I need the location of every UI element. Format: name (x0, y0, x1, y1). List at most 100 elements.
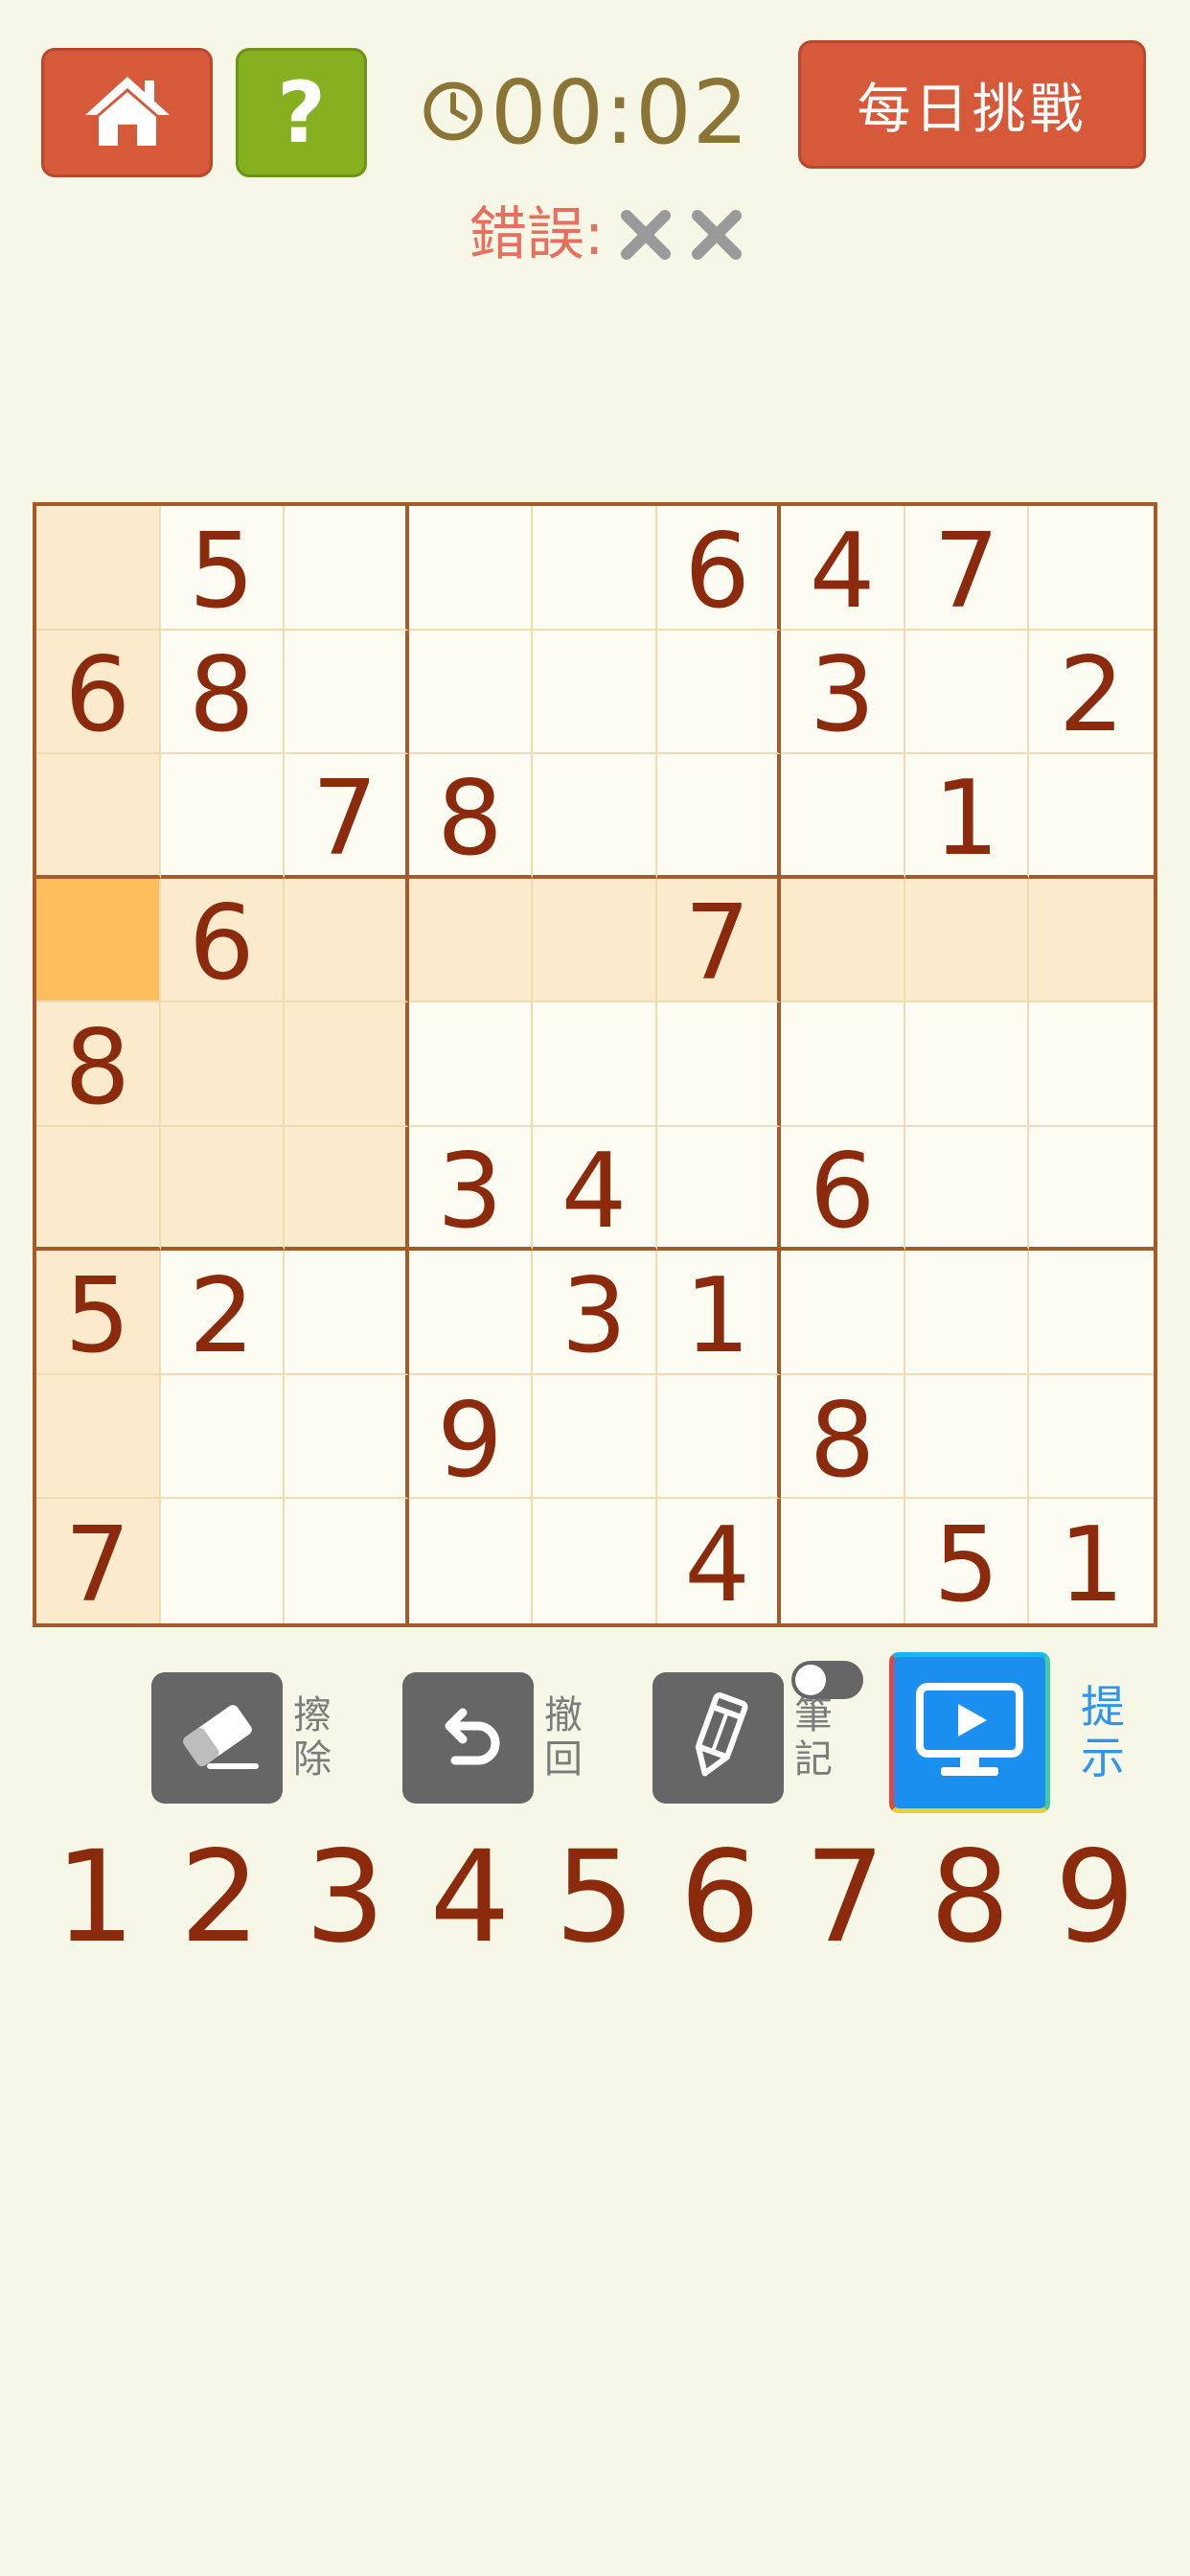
sudoku-cell[interactable]: 7 (656, 878, 782, 1003)
sudoku-cell[interactable] (781, 1002, 905, 1127)
sudoku-cell[interactable] (36, 878, 161, 1003)
sudoku-cell[interactable] (656, 1002, 782, 1127)
sudoku-cell[interactable]: 6 (656, 506, 782, 631)
sudoku-cell[interactable]: 2 (1029, 631, 1154, 755)
sudoku-cell[interactable]: 7 (36, 1499, 161, 1623)
home-button[interactable] (41, 48, 213, 177)
sudoku-cell[interactable] (160, 1002, 286, 1127)
help-button[interactable]: ? (236, 48, 367, 177)
sudoku-cell[interactable] (533, 1002, 657, 1127)
sudoku-cell[interactable]: 1 (904, 754, 1030, 879)
sudoku-cell[interactable]: 1 (656, 1251, 782, 1375)
sudoku-cell[interactable]: 3 (781, 630, 905, 755)
sudoku-cell[interactable] (36, 1374, 161, 1500)
sudoku-cell[interactable] (285, 506, 409, 631)
sudoku-cell[interactable] (1029, 1375, 1154, 1500)
sudoku-cell[interactable] (781, 1251, 905, 1375)
erase-tool[interactable]: 擦除 (151, 1661, 332, 1814)
sudoku-cell[interactable] (408, 878, 534, 1003)
sudoku-cell[interactable] (1029, 754, 1154, 879)
sudoku-cell[interactable] (408, 1251, 534, 1375)
sudoku-cell[interactable] (656, 630, 782, 755)
sudoku-cell[interactable] (36, 754, 161, 879)
sudoku-cell[interactable] (1029, 506, 1154, 631)
sudoku-cell[interactable] (161, 1499, 286, 1623)
number-button-4[interactable]: 4 (407, 1821, 532, 1974)
sudoku-cell[interactable] (285, 1126, 409, 1252)
number-button-9[interactable]: 9 (1033, 1821, 1157, 1974)
sudoku-cell[interactable] (408, 630, 534, 755)
sudoku-cell[interactable] (904, 878, 1030, 1003)
hint-tool[interactable]: 提示 (889, 1650, 1127, 1815)
sudoku-cell[interactable]: 8 (781, 1374, 905, 1500)
sudoku-cell[interactable]: 4 (533, 1126, 657, 1252)
number-button-6[interactable]: 6 (657, 1821, 782, 1974)
sudoku-cell[interactable] (36, 1126, 161, 1252)
sudoku-cell[interactable] (904, 1126, 1030, 1252)
number-button-3[interactable]: 3 (283, 1821, 407, 1974)
sudoku-cell[interactable] (160, 754, 286, 879)
sudoku-cell[interactable] (285, 1002, 409, 1127)
sudoku-cell[interactable] (408, 506, 534, 631)
sudoku-cell[interactable] (533, 754, 657, 879)
sudoku-cell[interactable] (533, 506, 657, 631)
sudoku-cell[interactable] (285, 630, 409, 755)
sudoku-cell[interactable]: 7 (904, 506, 1030, 631)
notes-button[interactable] (652, 1671, 784, 1804)
erase-button[interactable] (151, 1671, 283, 1804)
sudoku-cell[interactable]: 5 (905, 1499, 1030, 1623)
sudoku-cell[interactable] (533, 1499, 657, 1623)
sudoku-cell[interactable]: 3 (408, 1126, 534, 1252)
sudoku-cell[interactable]: 5 (36, 1251, 161, 1375)
sudoku-cell[interactable]: 4 (657, 1499, 782, 1623)
sudoku-cell[interactable]: 8 (160, 630, 286, 755)
sudoku-cell[interactable] (1029, 1251, 1154, 1375)
sudoku-cell[interactable]: 8 (36, 1002, 161, 1127)
sudoku-cell[interactable]: 3 (533, 1251, 657, 1375)
sudoku-cell[interactable] (285, 878, 409, 1003)
sudoku-cell[interactable] (408, 1002, 534, 1127)
sudoku-cell[interactable] (36, 506, 161, 631)
sudoku-cell[interactable] (1029, 878, 1154, 1003)
sudoku-cell[interactable]: 8 (408, 754, 534, 879)
sudoku-cell[interactable] (160, 1374, 286, 1500)
sudoku-cell[interactable] (656, 754, 782, 879)
sudoku-cell[interactable]: 6 (781, 1126, 905, 1252)
sudoku-cell[interactable] (656, 1126, 782, 1252)
sudoku-cell[interactable] (656, 1374, 782, 1500)
sudoku-cell[interactable] (904, 1251, 1030, 1375)
sudoku-cell[interactable] (781, 878, 905, 1003)
sudoku-cell[interactable] (904, 630, 1030, 755)
sudoku-cell[interactable] (1029, 1002, 1154, 1127)
sudoku-cell[interactable]: 2 (160, 1251, 286, 1375)
sudoku-cell[interactable] (904, 1374, 1030, 1500)
hint-button[interactable] (889, 1652, 1050, 1813)
sudoku-cell[interactable] (409, 1499, 534, 1623)
sudoku-cell[interactable] (781, 754, 905, 879)
number-button-7[interactable]: 7 (783, 1821, 907, 1974)
sudoku-cell[interactable]: 5 (160, 506, 286, 631)
sudoku-cell[interactable] (904, 1002, 1030, 1127)
number-button-5[interactable]: 5 (533, 1821, 657, 1974)
sudoku-cell[interactable]: 1 (1029, 1499, 1154, 1623)
sudoku-cell[interactable] (533, 1374, 657, 1500)
sudoku-cell[interactable] (533, 630, 657, 755)
daily-challenge-button[interactable]: 每日挑戰 (798, 40, 1146, 169)
number-button-1[interactable]: 1 (33, 1821, 157, 1974)
sudoku-cell[interactable]: 9 (408, 1374, 534, 1500)
sudoku-cell[interactable] (285, 1251, 409, 1375)
number-button-8[interactable]: 8 (907, 1821, 1032, 1974)
sudoku-cell[interactable]: 7 (285, 754, 409, 879)
sudoku-cell[interactable]: 4 (781, 506, 905, 631)
sudoku-cell[interactable] (160, 1126, 286, 1252)
sudoku-cell[interactable]: 6 (36, 630, 161, 755)
number-button-2[interactable]: 2 (157, 1821, 282, 1974)
sudoku-cell[interactable]: 6 (160, 878, 286, 1003)
undo-button[interactable] (402, 1671, 534, 1804)
sudoku-cell[interactable] (285, 1374, 409, 1500)
undo-tool[interactable]: 撤回 (402, 1661, 584, 1814)
sudoku-cell[interactable] (781, 1499, 905, 1623)
sudoku-cell[interactable] (1029, 1127, 1154, 1252)
sudoku-cell[interactable] (285, 1499, 409, 1623)
notes-toggle[interactable] (791, 1661, 863, 1699)
